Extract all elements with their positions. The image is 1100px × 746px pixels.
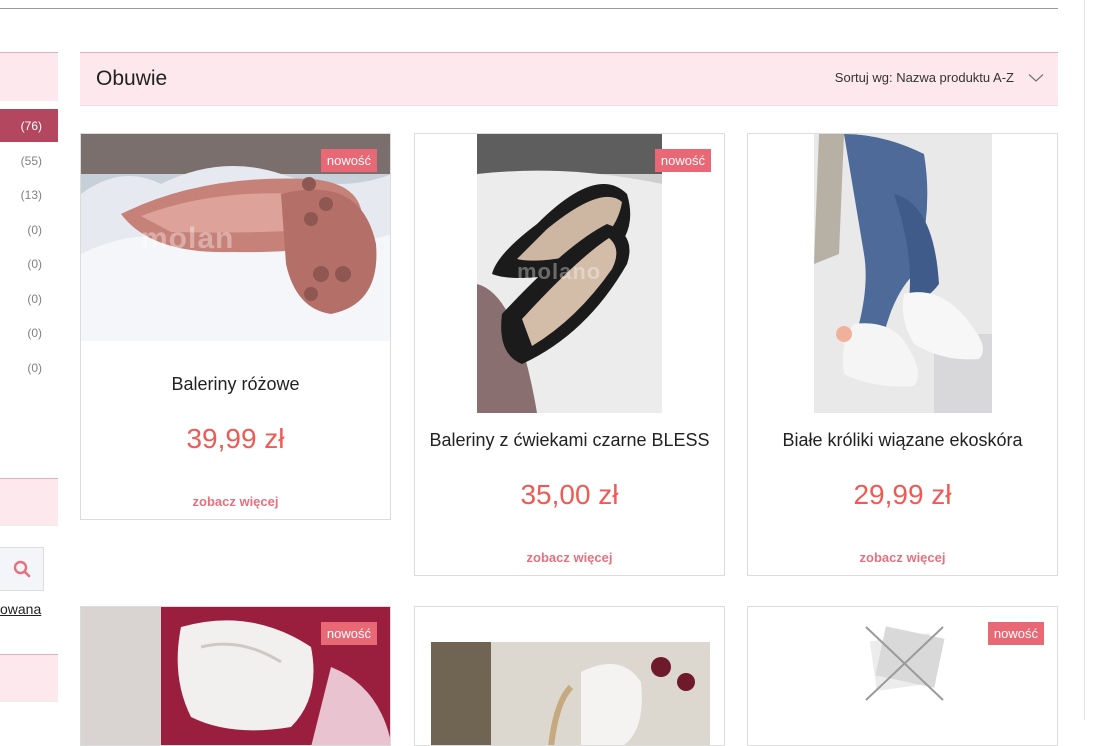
- new-badge: nowość: [654, 149, 711, 172]
- watermark: molano: [517, 259, 602, 284]
- category-count: (0): [27, 291, 42, 306]
- category-item-active[interactable]: (76): [0, 109, 58, 142]
- category-list: (76) (55) (13) (0) (0) (0) (0) (0): [0, 109, 58, 385]
- search-button[interactable]: [0, 547, 44, 591]
- see-more-link[interactable]: zobacz więcej: [415, 550, 724, 565]
- product-card[interactable]: nowość: [80, 606, 391, 746]
- product-image[interactable]: [814, 134, 992, 413]
- product-card[interactable]: molano nowość Baleriny z ćwiekami czarne…: [414, 133, 725, 576]
- product-card[interactable]: [414, 606, 725, 746]
- sidebar-section-header: [0, 654, 58, 702]
- product-image[interactable]: molano: [477, 134, 662, 413]
- sidebar-section-header: [0, 478, 58, 526]
- new-badge: nowość: [320, 622, 377, 645]
- category-item[interactable]: (0): [0, 213, 58, 248]
- category-count: (0): [27, 360, 42, 375]
- category-item[interactable]: (55): [0, 144, 58, 179]
- see-more-link[interactable]: zobacz więcej: [81, 494, 390, 509]
- search-icon: [13, 560, 30, 578]
- sidebar-header: [0, 52, 58, 101]
- category-count: (0): [27, 222, 42, 237]
- category-count: (76): [20, 118, 42, 133]
- right-divider: [1084, 0, 1085, 720]
- sidebar-link[interactable]: owana: [0, 601, 41, 617]
- watermark: molan: [141, 222, 235, 255]
- new-badge: nowość: [987, 622, 1044, 645]
- sort-label: Sortuj wg: Nazwa produktu A-Z: [834, 70, 1014, 85]
- category-item[interactable]: (0): [0, 247, 58, 282]
- page-title: Obuwie: [96, 67, 168, 90]
- product-card[interactable]: nowość: [747, 606, 1058, 746]
- product-price: 29,99 zł: [853, 479, 952, 510]
- new-badge: nowość: [320, 149, 377, 172]
- category-count: (55): [20, 153, 42, 168]
- category-count: (0): [27, 326, 42, 341]
- product-price: 39,99 zł: [186, 423, 285, 454]
- product-card[interactable]: Białe króliki wiązane ekoskóra 29,99 zł …: [747, 133, 1058, 576]
- product-name[interactable]: Białe króliki wiązane ekoskóra: [748, 430, 1057, 451]
- category-header: Obuwie Sortuj wg: Nazwa produktu A-Z: [80, 52, 1058, 106]
- category-item[interactable]: (0): [0, 282, 58, 317]
- product-card[interactable]: molan nowość Baleriny różowe 39,99 zł zo…: [80, 133, 391, 520]
- product-image[interactable]: [431, 642, 710, 745]
- category-count: (13): [20, 188, 42, 203]
- category-count: (0): [27, 257, 42, 272]
- category-item[interactable]: (0): [0, 316, 58, 351]
- category-item[interactable]: (0): [0, 351, 58, 386]
- category-item[interactable]: (13): [0, 178, 58, 213]
- image-placeholder-icon: [858, 622, 953, 702]
- see-more-link[interactable]: zobacz więcej: [748, 550, 1057, 565]
- product-name[interactable]: Baleriny różowe: [81, 374, 390, 395]
- product-name[interactable]: Baleriny z ćwiekami czarne BLESS: [415, 430, 724, 451]
- sort-dropdown[interactable]: Sortuj wg: Nazwa produktu A-Z: [835, 70, 1044, 85]
- chevron-down-icon: [1028, 73, 1044, 82]
- product-price: 35,00 zł: [520, 479, 619, 510]
- top-divider: [0, 8, 1058, 9]
